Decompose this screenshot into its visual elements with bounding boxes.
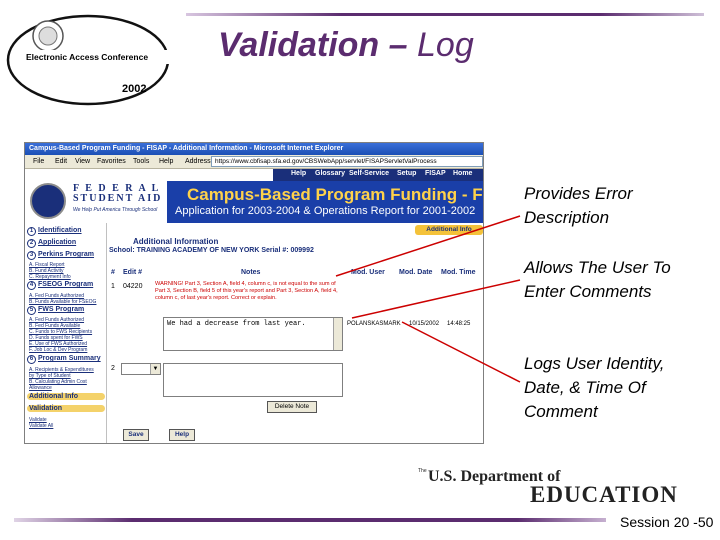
comment-textarea[interactable]: We had a decrease from last year. [163, 317, 343, 351]
bottom-divider [14, 518, 606, 522]
mod-user-value: POLANSKASMARK [347, 321, 401, 327]
col-edit: Edit # [123, 269, 143, 276]
slide-title: Validation – Log [218, 26, 474, 65]
col-mod-date: Mod. Date [399, 269, 433, 276]
sidebar-item-fws[interactable]: 5 FWS Program [27, 306, 84, 315]
nav-help[interactable]: Help [291, 170, 306, 177]
help-button[interactable]: Help [169, 429, 195, 441]
menu-view[interactable]: View [75, 158, 90, 165]
address-label: Address [185, 158, 211, 165]
sidebar-item-label: FSEOG Program [38, 281, 94, 288]
nav-home[interactable]: Home [453, 170, 472, 177]
main-content: Additional Info Additional Information S… [107, 223, 483, 443]
sidebar-item-validation[interactable]: Validation [27, 405, 105, 412]
fsa-line-2: STUDENT AID [73, 193, 163, 204]
fsa-logo: F E D E R A L STUDENT AID [73, 184, 162, 204]
section-number: 1 [27, 227, 36, 236]
nav-setup[interactable]: Setup [397, 170, 416, 177]
sidebar-subitem[interactable]: Allowance [29, 385, 52, 391]
site-nav-strip: Help Glossary Self-Service Setup FISAP H… [273, 169, 483, 181]
section-number: 5 [27, 306, 36, 315]
col-num: # [111, 269, 115, 276]
callout-log-identity: Logs User Identity, Date, & Time Of Comm… [524, 354, 665, 421]
edit-number: 04220 [123, 283, 143, 290]
callout-enter-comments: Allows The User To Enter Comments [524, 258, 671, 301]
address-bar[interactable]: https://www.cbfisap.sfa.ed.gov/CBSWebApp… [211, 156, 483, 167]
section-number: 4 [27, 281, 36, 290]
save-button[interactable]: Save [123, 429, 149, 441]
sidebar-subitem-label: B. Funds Available for FSEOG [29, 299, 97, 305]
menu-favorites[interactable]: Favorites [97, 158, 126, 165]
nav-fisap[interactable]: FISAP [425, 170, 446, 177]
menu-help[interactable]: Help [159, 158, 173, 165]
sidebar-item-perkins[interactable]: 3 Perkins Program [27, 251, 94, 260]
mod-time-value: 14:48:25 [447, 321, 471, 327]
col-notes: Notes [241, 269, 261, 276]
sidebar-item-label: Perkins Program [38, 251, 95, 258]
callout-error-description: Provides Error Description [524, 184, 633, 227]
sidebar-item-label: FWS Program [38, 306, 85, 313]
row-number: 1 [111, 283, 115, 290]
section-number: 6 [27, 355, 36, 364]
sidebar-item-additional-info[interactable]: Additional Info [27, 393, 105, 400]
sidebar-item-identification[interactable]: 1 Identification [27, 227, 82, 236]
browser-window: Campus-Based Program Funding - FISAP - A… [24, 142, 484, 444]
window-title: Campus-Based Program Funding - FISAP - A… [25, 143, 483, 155]
sidebar-subitem[interactable]: F. Job Loc & Dev Program [29, 347, 87, 353]
sidebar-subitem-label: C. Repayment Info [29, 274, 71, 280]
school-info: School: TRAINING ACADEMY OF NEW YORK Ser… [109, 247, 314, 254]
nav-glossary[interactable]: Glossary [315, 170, 345, 177]
sidebar-item-fseog[interactable]: 4 FSEOG Program [27, 281, 93, 290]
form-title: Additional Information [133, 237, 219, 246]
sidebar-subitem-label: Allowance [29, 385, 52, 391]
mod-date-value: 10/15/2002 [409, 321, 440, 327]
nav-self-service[interactable]: Self-Service [349, 170, 389, 177]
sidebar-subitem-label: Validate All [29, 423, 54, 429]
menu-bar: File Edit View Favorites Tools Help Addr… [25, 155, 483, 169]
tab-additional-info[interactable]: Additional Info [415, 225, 483, 235]
sidebar-item-label: Program Summary [38, 355, 101, 362]
menu-edit[interactable]: Edit [55, 158, 67, 165]
sidebar-subitem[interactable]: Validate All [29, 423, 53, 429]
error-description: WARNING! Part 3, Section A, field 4, col… [155, 281, 338, 301]
conference-logo-year: 2002 [122, 83, 147, 95]
edit-select[interactable]: ▼ [121, 363, 161, 375]
sidebar-subitem[interactable]: B. Funds Available for FSEOG [29, 299, 96, 305]
site-nav: Help Glossary Self-Service Setup FISAP H… [25, 169, 483, 181]
ed-logo-line-2: EDUCATION [530, 482, 678, 507]
sidebar-item-label: Identification [38, 227, 82, 234]
title-part-2: Log [417, 26, 474, 64]
menu-tools[interactable]: Tools [133, 158, 149, 165]
sidebar-subitem[interactable]: C. Repayment Info [29, 274, 71, 280]
session-label: Session 20 -50 [620, 514, 714, 530]
sidebar-item-application[interactable]: 2 Application [27, 239, 76, 248]
sidebar: 1 Identification 2 Application 3 Perkins Pr… [25, 223, 107, 443]
col-mod-time: Mod. Time [441, 269, 476, 276]
department-seal-icon [30, 183, 66, 219]
fsa-tagline: We Help Put America Through School [73, 207, 158, 213]
col-mod-user: Mod. User [351, 269, 385, 276]
fsa-logo-area: F E D E R A L STUDENT AID We Help Put Am… [25, 181, 167, 223]
sidebar-item-summary[interactable]: 6 Program Summary [27, 355, 101, 364]
title-part-1: Validation – [218, 26, 418, 64]
sidebar-subitem-label: F. Job Loc & Dev Program [29, 347, 88, 353]
row-number: 2 [111, 365, 115, 372]
delete-note-button[interactable]: Delete Note [267, 401, 317, 413]
chevron-down-icon: ▼ [150, 364, 160, 374]
section-number: 2 [27, 239, 36, 248]
comment-scrollbar[interactable] [333, 318, 342, 350]
site-banner: F E D E R A L STUDENT AID We Help Put Am… [25, 181, 483, 223]
banner-title: Campus-Based Program Funding - FISAP [187, 185, 483, 204]
conference-logo-text: Electronic Access Conference [26, 52, 149, 62]
top-divider [186, 13, 704, 16]
menu-file[interactable]: File [33, 158, 44, 165]
comment-textarea-2[interactable] [163, 363, 343, 397]
banner-subtitle: Application for 2003-2004 & Operations R… [175, 205, 476, 217]
section-number: 3 [27, 251, 36, 260]
ed-logo-the: The [418, 468, 427, 474]
sidebar-item-label: Application [38, 239, 77, 246]
